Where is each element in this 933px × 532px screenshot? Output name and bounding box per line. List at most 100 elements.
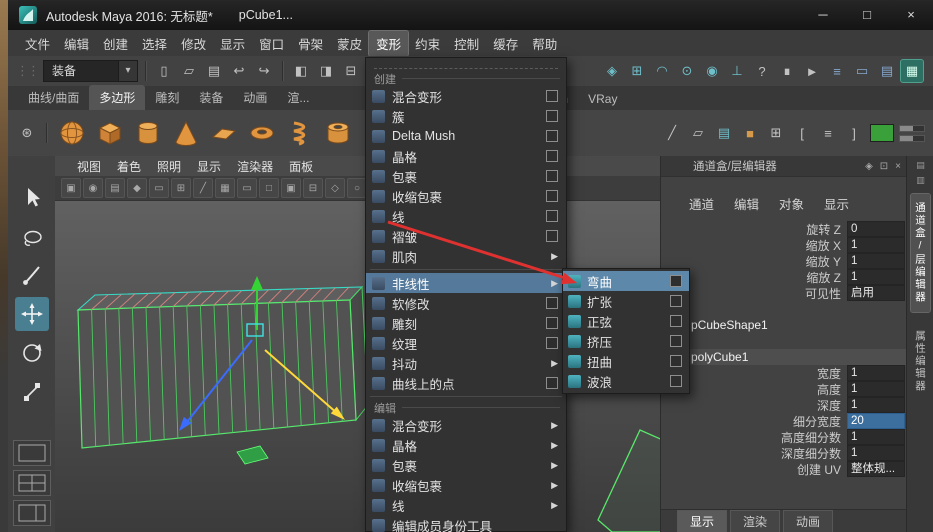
menu-item-edit-wrap[interactable]: 包裹 ▶ xyxy=(366,455,566,475)
poly-plane-button[interactable] xyxy=(207,116,241,150)
value-field[interactable]: 1 xyxy=(847,381,905,397)
vp-menu-panels[interactable]: 面板 xyxy=(281,156,321,177)
submenu-item-wave[interactable]: 波浪 xyxy=(563,371,689,391)
value-field[interactable]: 1 xyxy=(847,365,905,381)
option-box-icon[interactable] xyxy=(546,377,558,389)
menu-item-blend-shape[interactable]: 混合变形 xyxy=(366,86,566,106)
poly-cube-button[interactable] xyxy=(93,116,127,150)
option-box-icon[interactable] xyxy=(670,275,682,287)
option-box-icon[interactable] xyxy=(546,317,558,329)
channel-row-visibility[interactable]: 可见性 启用 xyxy=(661,285,907,301)
menu-file[interactable]: 文件 xyxy=(18,31,57,56)
rotate-tool-button[interactable] xyxy=(15,336,49,370)
menu-item-nonlinear[interactable]: 非线性 ▶ xyxy=(366,273,566,293)
shape-node[interactable]: pCubeShape1 xyxy=(661,317,907,333)
shelf-tab-polygons[interactable]: 多边形 xyxy=(89,85,146,110)
grid-icon[interactable]: ▦ xyxy=(215,178,235,198)
value-field[interactable]: 1 xyxy=(847,237,905,253)
channel-row-scale-y[interactable]: 缩放 Y 1 xyxy=(661,253,907,269)
option-box-icon[interactable] xyxy=(546,230,558,242)
menu-item-wire[interactable]: 线 xyxy=(366,206,566,226)
lock-icon[interactable]: ∎ xyxy=(776,60,798,82)
point-snap-icon[interactable]: ⊙ xyxy=(676,60,698,82)
undo-icon[interactable]: ↩ xyxy=(228,60,250,82)
poly-cube-small-icon[interactable]: ■ xyxy=(739,122,761,144)
color-swatch[interactable] xyxy=(870,124,894,142)
expand-icon[interactable]: ⊡ xyxy=(880,161,888,172)
input-node[interactable]: polyCube1 xyxy=(661,349,907,365)
projection-snap-icon[interactable]: ◉ xyxy=(701,60,723,82)
channel-row-create-uvs[interactable]: 创建 UV 整体规... xyxy=(661,461,907,477)
option-box-icon[interactable] xyxy=(546,90,558,102)
vp-menu-view[interactable]: 视图 xyxy=(69,156,109,177)
close-icon[interactable]: × xyxy=(895,161,901,172)
option-box-icon[interactable] xyxy=(546,130,558,142)
shelf-tab-sculpting[interactable]: 雕刻 xyxy=(145,85,189,110)
value-field-selected[interactable]: 20 xyxy=(847,413,905,429)
field-chart-icon[interactable]: ⊟ xyxy=(303,178,323,198)
menu-set-value[interactable]: 装备 xyxy=(43,60,119,82)
minimize-button[interactable]: ─ xyxy=(801,0,845,30)
safe-title-icon[interactable]: ○ xyxy=(347,178,367,198)
channel-row-scale-x[interactable]: 缩放 X 1 xyxy=(661,237,907,253)
render-settings-icon[interactable]: ▤ xyxy=(876,60,898,82)
menu-create[interactable]: 创建 xyxy=(96,31,135,56)
menu-help[interactable]: 帮助 xyxy=(525,31,564,56)
chevron-down-icon[interactable]: ▾ xyxy=(119,60,138,82)
layer-tab-display[interactable]: 显示 xyxy=(677,509,728,532)
submenu-item-twist[interactable]: 扭曲 xyxy=(563,351,689,371)
select-component-icon[interactable]: ⊟ xyxy=(340,60,362,82)
dock-tab-channelbox[interactable]: 通道盒/层编辑器 xyxy=(910,193,931,313)
poly-helix-button[interactable] xyxy=(283,116,317,150)
value-field[interactable]: 启用 xyxy=(847,285,905,301)
safe-action-icon[interactable]: ◇ xyxy=(325,178,345,198)
cb-menu-channels[interactable]: 通道 xyxy=(689,194,714,213)
menu-select[interactable]: 选择 xyxy=(135,31,174,56)
curve-tool-icon[interactable]: ╱ xyxy=(661,122,683,144)
option-box-icon[interactable] xyxy=(546,190,558,202)
bracket-left-icon[interactable]: [ xyxy=(791,122,813,144)
menu-cache[interactable]: 缓存 xyxy=(486,31,525,56)
slider-icon[interactable]: ≡ xyxy=(817,122,839,144)
menu-deform[interactable]: 变形 xyxy=(368,29,410,57)
title-bar[interactable]: Autodesk Maya 2016: 无标题* pCube1... ─ □ × xyxy=(8,0,933,31)
poly-pipe-button[interactable] xyxy=(321,116,355,150)
dock-expand-icon[interactable]: ▥ xyxy=(916,175,925,186)
help-icon[interactable]: ? xyxy=(751,60,773,82)
select-object-icon[interactable]: ◨ xyxy=(315,60,337,82)
curve-snap-icon[interactable]: ◠ xyxy=(651,60,673,82)
image-plane-icon[interactable]: ▭ xyxy=(149,178,169,198)
render-icon[interactable]: ▭ xyxy=(851,60,873,82)
color-sliders[interactable] xyxy=(899,124,925,142)
value-field[interactable]: 整体规... xyxy=(847,461,905,477)
cb-menu-show[interactable]: 显示 xyxy=(824,194,849,213)
menu-item-soft-modification[interactable]: 软修改 xyxy=(366,293,566,313)
cb-menu-object[interactable]: 对象 xyxy=(779,194,804,213)
shelf-tab-rendering[interactable]: 渲... xyxy=(277,85,319,110)
value-field[interactable]: 0 xyxy=(847,221,905,237)
menu-item-jiggle[interactable]: 抖动 ▶ xyxy=(366,353,566,373)
lock-camera-icon[interactable]: ◉ xyxy=(83,178,103,198)
menu-item-edit-shrink-wrap[interactable]: 收缩包裹 ▶ xyxy=(366,475,566,495)
grease-pencil-icon[interactable]: ╱ xyxy=(193,178,213,198)
channel-row-width[interactable]: 宽度 1 xyxy=(661,365,907,381)
menu-item-wrinkle[interactable]: 褶皱 xyxy=(366,226,566,246)
single-pane-layout-button[interactable] xyxy=(12,440,51,466)
option-box-icon[interactable] xyxy=(670,375,682,387)
new-scene-icon[interactable]: ▯ xyxy=(153,60,175,82)
sidebar-toggle-icon[interactable]: ▦ xyxy=(900,59,924,83)
channel-row-subdivisions-width[interactable]: 细分宽度 20 xyxy=(661,413,907,429)
channel-row-depth[interactable]: 深度 1 xyxy=(661,397,907,413)
dock-collapse-icon[interactable]: ▤ xyxy=(916,160,925,171)
option-box-icon[interactable] xyxy=(670,295,682,307)
selection-mask-icon[interactable]: ► xyxy=(801,60,823,82)
menu-item-delta-mush[interactable]: Delta Mush xyxy=(366,126,566,146)
option-box-icon[interactable] xyxy=(670,355,682,367)
gate-mask-icon[interactable]: ▣ xyxy=(281,178,301,198)
history-icon[interactable]: ≡ xyxy=(826,60,848,82)
channel-row-subdivisions-height[interactable]: 高度细分数 1 xyxy=(661,429,907,445)
pencil-icon[interactable]: ▱ xyxy=(687,122,709,144)
menu-set-selector[interactable]: 装备 ▾ xyxy=(43,60,138,82)
pin-icon[interactable]: ◈ xyxy=(865,161,873,172)
dock-tab-attribute-editor[interactable]: 属性编辑器 xyxy=(911,322,930,401)
